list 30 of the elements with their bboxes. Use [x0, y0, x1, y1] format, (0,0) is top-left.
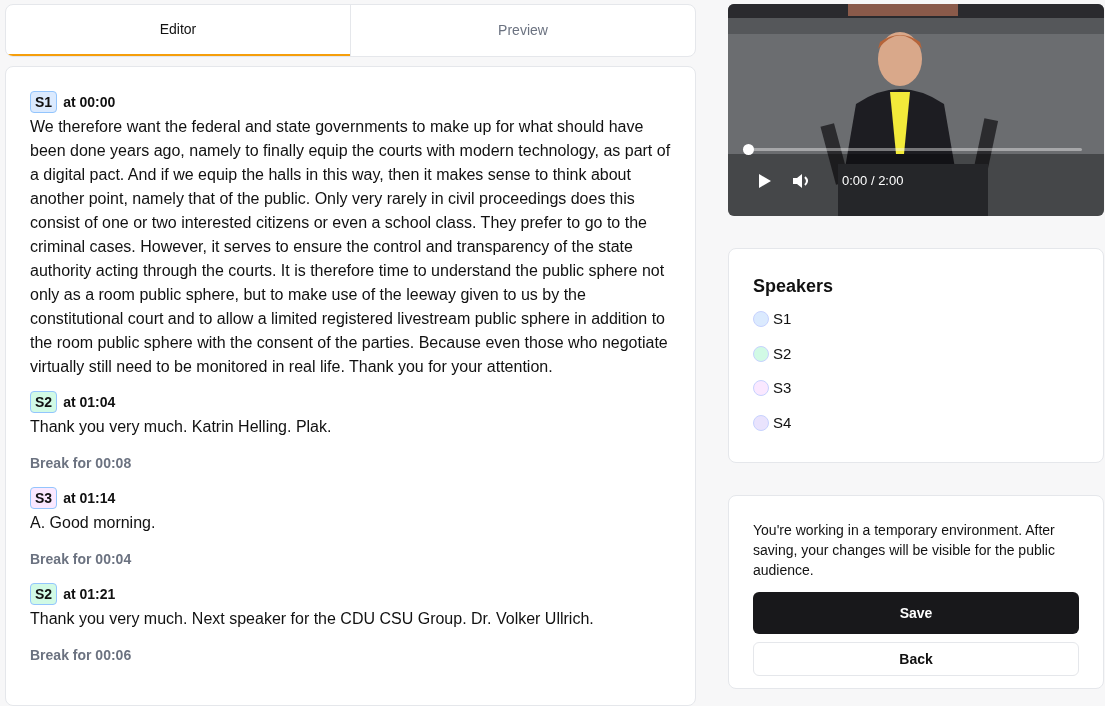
timestamp: at 01:04: [63, 392, 116, 412]
tab[interactable]: Editor: [6, 5, 350, 56]
transcript-text[interactable]: A. Good morning.: [30, 511, 671, 535]
timestamp: at 01:14: [63, 488, 116, 508]
play-icon[interactable]: [758, 172, 772, 189]
speaker-label[interactable]: S1: [773, 308, 792, 331]
video-time: 0:00 / 2:00: [842, 172, 904, 190]
volume-icon[interactable]: [792, 172, 810, 189]
notice-text: You're working in a temporary environment. After saving, your changes will be visible for the public audience.: [753, 521, 1056, 580]
speaker-label[interactable]: S2: [773, 342, 792, 365]
tab[interactable]: Preview: [350, 5, 695, 56]
timestamp: at 00:00: [63, 92, 116, 112]
progress-thumb[interactable]: [743, 144, 754, 155]
break-label: Break for 00:04: [30, 551, 132, 567]
transcript-text[interactable]: We therefore want the federal and state governments to make up for what should have been done years ago, namely to finally equip the courts with modern technology, as part of a digital pact. And if we equip the halls in this way, then it makes sense to think about another point, namely that of the public. Only very rarely in civil proceedings does this consist of one or two interested citizens or even a school class. They prefer to go to the criminal cases. However, it serves to ensure the control and transparency of the state authority acting through the courts. It is therefore time to understand the public sphere not only as a room public sphere, but to make use of the leeway given to us by the constitutional court and to allow a limited registered livestream public sphere in addition to the room public sphere with the consent of the parties. Because even those who negotiate virtually still need to be monitored in real life. Thank you for your attention.: [30, 115, 671, 379]
break-label: Break for 00:08: [30, 455, 132, 471]
speaker-tag[interactable]: S2: [30, 583, 58, 605]
break-label: Break for 00:06: [30, 647, 132, 663]
speaker-tag[interactable]: S1: [30, 91, 58, 113]
speakers-title: Speakers: [753, 275, 835, 298]
save-button[interactable]: Save: [753, 592, 1079, 634]
transcript-text[interactable]: Thank you very much. Katrin Helling. Plak.: [30, 415, 671, 439]
video-player[interactable]: 0:00 / 2:00: [728, 4, 1104, 216]
speaker-tag[interactable]: S3: [30, 487, 58, 509]
transcript-text[interactable]: Thank you very much. Next speaker for the CDU CSU Group. Dr. Volker Ullrich.: [30, 607, 671, 631]
timestamp: at 01:21: [63, 584, 116, 604]
speaker-label[interactable]: S3: [773, 377, 792, 400]
speaker-tag[interactable]: S2: [30, 391, 58, 413]
speaker-label[interactable]: S4: [773, 411, 792, 434]
back-button[interactable]: Back: [753, 642, 1079, 676]
